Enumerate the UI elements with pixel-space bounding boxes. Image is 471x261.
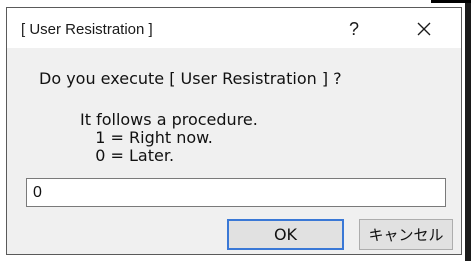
response-input[interactable] <box>26 178 446 207</box>
dialog-title: [ User Resistration ] <box>21 21 153 38</box>
user-registration-dialog: [ User Resistration ] ? Do you execute [… <box>6 7 462 255</box>
procedure-line: 0 = Later. <box>80 146 175 165</box>
close-button[interactable] <box>407 14 441 44</box>
dialog-titlebar[interactable]: [ User Resistration ] ? <box>7 8 461 48</box>
close-icon <box>417 22 431 36</box>
procedure-text: It follows a procedure. 1 = Right now. 0… <box>80 111 258 165</box>
window-edge-top <box>431 0 471 3</box>
procedure-line: 1 = Right now. <box>80 128 213 147</box>
ok-button[interactable]: OK <box>227 219 344 250</box>
window-edge <box>465 0 471 261</box>
cancel-button[interactable]: キャンセル <box>359 219 453 250</box>
dialog-message: Do you execute [ User Resistration ] ? <box>39 69 342 88</box>
procedure-line: It follows a procedure. <box>80 110 258 129</box>
help-button[interactable]: ? <box>337 14 371 44</box>
